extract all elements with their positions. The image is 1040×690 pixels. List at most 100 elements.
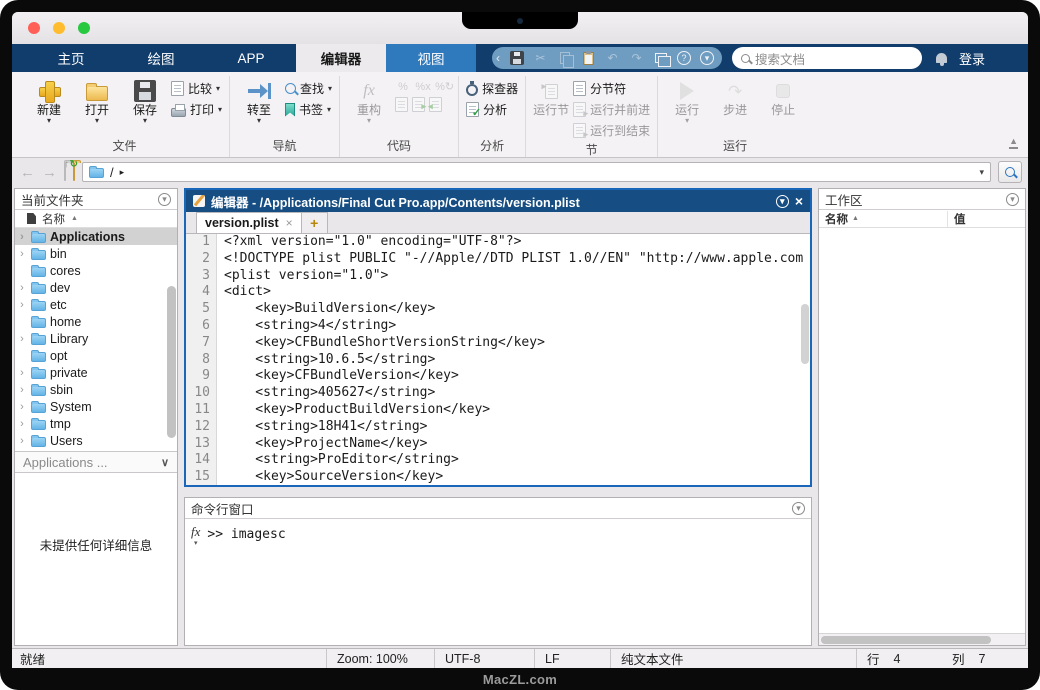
panel-menu-icon[interactable]: ▾ [158, 193, 171, 206]
copy-icon[interactable] [557, 51, 572, 66]
new-tab-button[interactable]: + [302, 212, 328, 233]
workspace-menu-icon[interactable]: ▾ [1006, 193, 1019, 206]
expand-chevron-icon[interactable]: › [17, 367, 27, 379]
redo-icon[interactable]: ↷ [629, 51, 644, 66]
expand-chevron-icon[interactable]: › [17, 282, 27, 294]
tree-item-library[interactable]: ›Library [15, 330, 177, 347]
tab-plots[interactable]: 绘图 [116, 44, 206, 72]
code-line[interactable]: 14 <string>ProEditor</string> [186, 452, 810, 469]
tab-editor[interactable]: 编辑器 [296, 44, 386, 72]
workspace-hscrollbar[interactable] [819, 633, 1025, 645]
expand-chevron-icon[interactable]: › [17, 248, 27, 260]
code-line[interactable]: 9 <key>CFBundleVersion</key> [186, 368, 810, 385]
tree-item-sbin[interactable]: ›sbin [15, 381, 177, 398]
tab-view[interactable]: 视图 [386, 44, 476, 72]
notifications-button[interactable] [936, 44, 947, 72]
folder-search-button[interactable] [998, 161, 1022, 183]
expand-chevron-icon[interactable]: › [17, 384, 27, 396]
tree-item-etc[interactable]: ›etc [15, 296, 177, 313]
code-line[interactable]: 5 <key>BuildVersion</key> [186, 301, 810, 318]
tree-item-applications[interactable]: ›Applications [15, 228, 177, 245]
refactor-button[interactable]: fx 重构▾ [347, 76, 391, 125]
wrap-comments-icon[interactable]: %↻ [435, 80, 451, 93]
fx-button[interactable]: fx ▾ [191, 526, 200, 550]
tree-item-private[interactable]: ›private [15, 364, 177, 381]
analyze-button[interactable]: ✓ 分析 [466, 101, 518, 118]
quick-access-dropdown-icon[interactable]: ▾ [700, 51, 714, 65]
doc-search-input[interactable]: 搜索文档 [732, 47, 922, 69]
tab-close-icon[interactable]: × [286, 216, 293, 230]
folder-columns-header[interactable]: 名称 ▲ [15, 210, 177, 228]
status-filetype[interactable]: 纯文本文件 [610, 649, 856, 668]
stop-button[interactable]: 停止 [761, 76, 805, 117]
up-folder-button[interactable]: ↑ [64, 163, 66, 181]
expand-chevron-icon[interactable]: › [17, 231, 27, 243]
status-eol[interactable]: LF [534, 649, 610, 668]
run-button[interactable]: 运行▾ [665, 76, 709, 125]
tree-item-opt[interactable]: opt [15, 347, 177, 364]
code-line[interactable]: 6 <string>4</string> [186, 318, 810, 335]
new-button[interactable]: 新建▾ [27, 76, 71, 125]
open-button[interactable]: 打开▾ [75, 76, 119, 125]
tree-item-dev[interactable]: ›dev [15, 279, 177, 296]
path-breadcrumb[interactable]: / ▸ ▾ [82, 162, 991, 182]
save-icon[interactable] [509, 51, 524, 66]
toolstrip-collapse-icon[interactable]: ▲ [1009, 137, 1018, 149]
tree-item-bin[interactable]: ›bin [15, 245, 177, 262]
close-window-button[interactable] [28, 22, 40, 34]
tab-home[interactable]: 主页 [26, 44, 116, 72]
status-zoom[interactable]: Zoom: 100% [326, 649, 434, 668]
command-window-menu-icon[interactable]: ▾ [792, 502, 805, 515]
code-line[interactable]: 2<!DOCTYPE plist PUBLIC "-//Apple//DTD P… [186, 251, 810, 268]
code-line[interactable]: 11 <key>ProductBuildVersion</key> [186, 402, 810, 419]
goto-button[interactable]: 转至▾ [237, 76, 281, 125]
code-line[interactable]: 1<?xml version="1.0" encoding="UTF-8"?> [186, 234, 810, 251]
run-to-end-button[interactable]: ▸ 运行到结束 [573, 122, 650, 139]
quick-access-collapse-icon[interactable]: › [496, 51, 500, 65]
workspace-body[interactable] [819, 228, 1025, 633]
cut-icon[interactable]: ✂ [533, 51, 548, 66]
tree-item-users[interactable]: ›Users [15, 432, 177, 449]
code-line[interactable]: 4<dict> [186, 284, 810, 301]
paste-icon[interactable] [581, 51, 596, 66]
expand-chevron-icon[interactable]: › [17, 401, 27, 413]
section-break-button[interactable]: 分节符 [573, 80, 650, 97]
path-caret-icon[interactable]: ▸ [120, 167, 125, 178]
code-line[interactable]: 12 <string>18H41</string> [186, 419, 810, 436]
code-line[interactable]: 13 <key>ProjectName</key> [186, 436, 810, 453]
login-button[interactable]: 登录 [947, 44, 999, 72]
code-editor[interactable]: 1<?xml version="1.0" encoding="UTF-8"?>2… [186, 234, 810, 485]
uncomment-icon[interactable]: %x [415, 81, 431, 93]
tree-item-system[interactable]: ›System [15, 398, 177, 415]
back-icon[interactable]: ← [20, 165, 35, 180]
code-line[interactable]: 3<plist version="1.0"> [186, 268, 810, 285]
code-line[interactable]: 15 <key>SourceVersion</key> [186, 469, 810, 485]
run-advance-button[interactable]: ▸ 运行并前进 [573, 101, 650, 118]
editor-close-icon[interactable]: × [795, 194, 803, 208]
tree-item-tmp[interactable]: ›tmp [15, 415, 177, 432]
expand-chevron-icon[interactable]: › [17, 418, 27, 430]
zoom-window-button[interactable] [78, 22, 90, 34]
tab-apps[interactable]: APP [206, 44, 296, 72]
editor-titlebar[interactable]: 编辑器 - /Applications/Final Cut Pro.app/Co… [186, 190, 810, 212]
code-line[interactable]: 7 <key>CFBundleShortVersionString</key> [186, 335, 810, 352]
minimize-window-button[interactable] [53, 22, 65, 34]
smart-indent-icon[interactable] [395, 97, 408, 112]
expand-chevron-icon[interactable]: › [17, 435, 27, 447]
profiler-button[interactable]: 探查器 [466, 80, 518, 97]
browse-folder-button[interactable]: ↻ [73, 163, 75, 181]
undo-icon[interactable]: ↶ [605, 51, 620, 66]
command-prompt[interactable]: >> imagesc [207, 526, 285, 542]
editor-scrollbar[interactable] [801, 304, 809, 364]
forward-icon[interactable]: → [42, 165, 57, 180]
command-window-body[interactable]: fx ▾ >> imagesc [185, 519, 811, 645]
save-button[interactable]: 保存▾ [123, 76, 167, 125]
tab-version-plist[interactable]: version.plist × [196, 212, 302, 233]
tree-item-cores[interactable]: cores [15, 262, 177, 279]
bookmark-button[interactable]: 书签▾ [285, 101, 332, 118]
indent-left-icon[interactable]: ◂ [429, 97, 442, 112]
code-line[interactable]: 10 <string>405627</string> [186, 385, 810, 402]
status-encoding[interactable]: UTF-8 [434, 649, 534, 668]
code-line[interactable]: 8 <string>10.6.5</string> [186, 352, 810, 369]
compare-button[interactable]: 比较▾ [171, 80, 222, 97]
